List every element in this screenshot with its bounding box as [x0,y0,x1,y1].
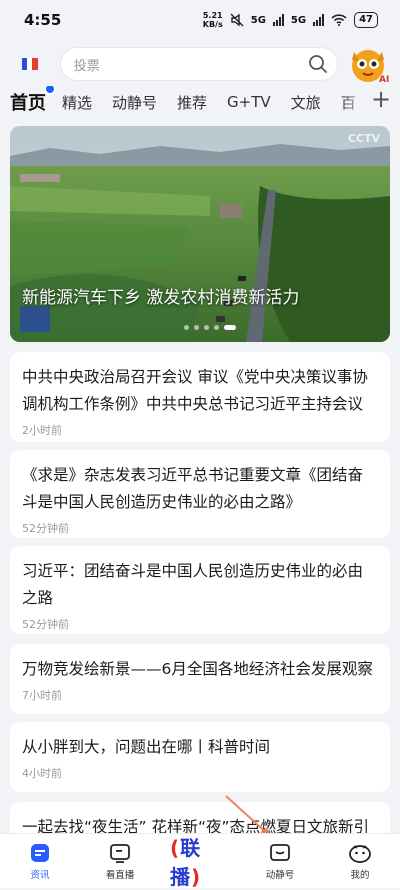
news-title: 从小胖到大，问题出在哪丨科普时间 [22,738,271,756]
nav-dongjing[interactable]: 动静号 [250,842,310,881]
hero-caption: 新能源汽车下乡 激发农村消费新活力 [22,288,300,308]
signal-5g-label-1: 5G [250,14,266,26]
carousel-dot [194,325,199,330]
search-bar[interactable]: 投票 [59,47,338,81]
tab-gtv[interactable]: G+TV [227,93,271,111]
news-time: 52分钟前 [22,522,69,535]
profile-icon [349,844,371,863]
svg-text:AI: AI [379,75,389,85]
carousel-dot [204,325,209,330]
signal-1-icon [272,14,284,26]
news-time: 7小时前 [22,689,62,702]
battery-icon: 47 [354,12,378,28]
cctv-watermark: CCTV [347,132,380,145]
carousel-dot [214,325,219,330]
news-card[interactable]: 万物竞发绘新景——6月全国各地经济社会发展观察 7小时前 [10,644,390,714]
nav-live[interactable]: 看直播 [90,842,150,881]
add-channel-icon[interactable]: + [370,85,392,113]
carousel-dot-active [224,325,236,330]
nav-lianbo[interactable]: (联播) [170,832,230,890]
hero-image [10,126,390,342]
search-icon[interactable] [308,54,328,74]
news-title: 万物竞发绘新景——6月全国各地经济社会发展观察 [22,660,373,678]
news-card[interactable]: 中共中央政治局召开会议 审议《党中央决策议事协调机构工作条例》中共中央总书记习近… [10,352,390,442]
news-card[interactable]: 《求是》杂志发表习近平总书记重要文章《团结奋斗是中国人民创造历史伟业的必由之路》… [10,450,390,538]
news-title: 中共中央政治局召开会议 审议《党中央决策议事协调机构工作条例》中共中央总书记习近… [22,368,368,413]
carousel-dot [184,325,189,330]
tab-recommend[interactable]: 推荐 [177,92,207,113]
signal-5g-label-2: 5G [290,14,307,26]
dongjing-icon [270,843,290,861]
search-placeholder[interactable]: 投票 [74,55,308,74]
tab-fade [340,86,370,118]
signal-2-icon [313,14,325,26]
tv-icon [110,843,130,863]
nav-profile[interactable]: 我的 [330,842,390,881]
channel-logo-icon[interactable] [10,44,50,84]
news-time: 4小时前 [22,767,62,780]
carousel-indicator [184,325,236,330]
news-card[interactable]: 习近平：团结奋斗是中国人民创造历史伟业的必由之路 52分钟前 [10,546,390,634]
lianbo-logo: (联播) [170,836,202,889]
status-bar: 4:55 5.21 KB/s 5G 5G 47 [0,0,400,40]
wifi-icon [331,14,347,26]
tab-culture-travel[interactable]: 文旅 [291,92,321,113]
status-icons: 5.21 KB/s 5G 5G 47 [203,11,378,29]
status-time: 4:55 [24,11,62,29]
tab-refresh-dot-icon [44,86,56,95]
net-speed: 5.21 KB/s [202,11,223,29]
bottom-navigation: 资讯 看直播 (联播) 动静号 我的 [0,832,400,890]
news-time: 2小时前 [22,424,62,437]
news-title: 《求是》杂志发表习近平总书记重要文章《团结奋斗是中国人民创造历史伟业的必由之路》 [22,466,364,511]
news-time: 52分钟前 [22,618,69,631]
mute-icon [230,13,244,27]
tab-home[interactable]: 首页 [10,86,56,115]
nav-news[interactable]: 资讯 [10,842,70,881]
news-card[interactable]: 从小胖到大，问题出在哪丨科普时间 4小时前 [10,722,390,792]
hero-banner[interactable]: CCTV 新能源汽车下乡 激发农村消费新活力 [10,126,390,342]
tab-featured[interactable]: 精选 [62,92,92,113]
top-header: 投票 AI [0,42,400,86]
news-icon [31,843,49,862]
mascot-avatar-icon[interactable]: AI [346,42,390,86]
news-title: 习近平：团结奋斗是中国人民创造历史伟业的必由之路 [22,562,364,607]
tab-dongjing[interactable]: 动静号 [112,92,157,113]
